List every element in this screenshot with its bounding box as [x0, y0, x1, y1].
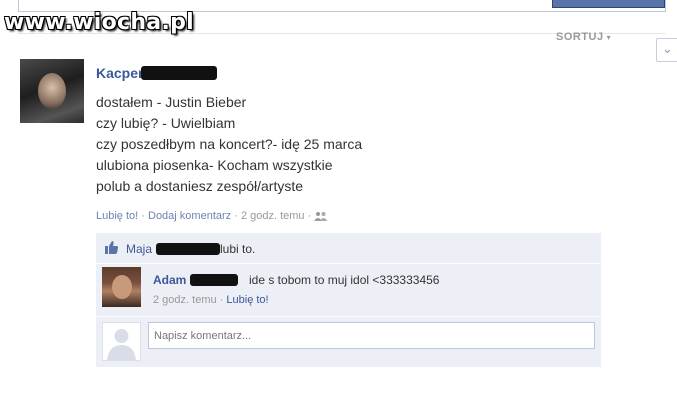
- like-link[interactable]: Lubię to!: [96, 210, 138, 222]
- author-name[interactable]: Kacper: [96, 65, 143, 81]
- audience-icon[interactable]: [314, 211, 328, 222]
- sort-label: SORTUJ: [556, 31, 604, 43]
- separator: ·: [307, 210, 312, 222]
- redaction: [141, 66, 218, 80]
- post-actions: Lubię to! · Dodaj komentarz · 2 godz. te…: [96, 210, 328, 222]
- comment-like-link[interactable]: Lubię to!: [226, 294, 268, 306]
- thumbs-up-icon: [105, 241, 119, 254]
- redaction: [156, 243, 221, 255]
- divider: [96, 316, 601, 317]
- post-timestamp[interactable]: 2 godz. temu: [241, 210, 305, 222]
- post-line: czy lubię? - Uwielbiam: [96, 115, 236, 131]
- post-button-fragment[interactable]: [552, 0, 665, 8]
- separator: ·: [141, 210, 145, 222]
- post-line: polub a dostaniesz zespół/artyste: [96, 178, 304, 194]
- comment-timestamp[interactable]: 2 godz. temu: [153, 294, 217, 306]
- sort-button[interactable]: SORTUJ ▾: [556, 31, 611, 43]
- divider: [96, 263, 601, 264]
- liker-name[interactable]: Maja: [126, 242, 152, 256]
- post-author[interactable]: Kacper: [96, 65, 218, 81]
- comment-meta: 2 godz. temu · Lubię to!: [153, 294, 269, 306]
- watermark-logo: www.wiocha.pl: [4, 10, 194, 35]
- post-body: dostałem - Justin Bieber czy lubię? - Uw…: [96, 92, 536, 197]
- avatar[interactable]: [20, 59, 84, 123]
- comment-text: ide s tobom to muj idol <333333456: [249, 273, 440, 287]
- redaction: [190, 274, 239, 286]
- separator: ·: [234, 210, 238, 222]
- comment-author-name[interactable]: Adam: [153, 273, 186, 287]
- post-line: czy poszedłbym na koncert?- idę 25 marca: [96, 136, 363, 152]
- avatar-placeholder-icon: [102, 322, 141, 361]
- add-comment-link[interactable]: Dodaj komentarz: [148, 210, 231, 222]
- comment-author[interactable]: Adam: [153, 273, 239, 287]
- post-line: ulubiona piosenka- Kocham wszystkie: [96, 157, 333, 173]
- likes-row: Maja lubi to.: [96, 233, 601, 263]
- chevron-down-icon[interactable]: ⌄: [656, 38, 677, 62]
- separator: ·: [219, 294, 224, 306]
- comment-input[interactable]: [148, 322, 595, 349]
- chevron-down-icon: ▾: [606, 33, 612, 42]
- comment-section: Maja lubi to. Adam ide s tobom to muj ido…: [96, 233, 601, 367]
- likes-text: Maja lubi to.: [126, 242, 255, 256]
- likes-suffix: lubi to.: [220, 242, 256, 256]
- avatar[interactable]: [102, 267, 141, 307]
- post-line: dostałem - Justin Bieber: [96, 94, 247, 110]
